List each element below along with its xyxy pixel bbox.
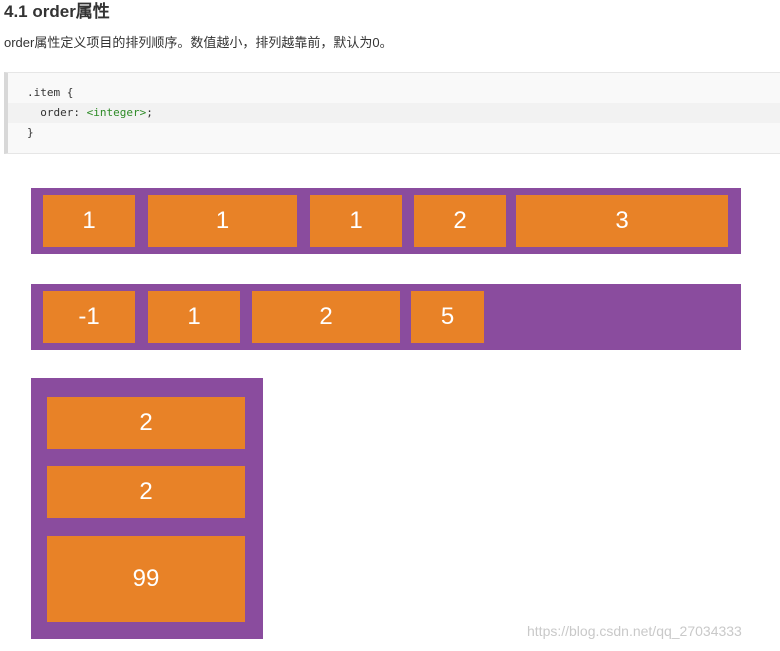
flex-container-column: 2 2 99: [31, 378, 263, 639]
section-heading: 4.1 order属性: [4, 2, 110, 21]
code-property: order:: [27, 106, 87, 119]
flex-item: 2: [47, 466, 245, 518]
code-line-1: .item {: [27, 86, 74, 99]
code-line-2: order: <integer>;: [8, 103, 780, 123]
flex-item: 2: [414, 195, 506, 247]
flex-container-row-2: -1 1 2 5: [31, 284, 741, 350]
section-description: order属性定义项目的排列顺序。数值越小，排列越靠前，默认为0。: [4, 35, 393, 50]
flex-container-row-1: 1 1 1 2 3: [31, 188, 741, 254]
flex-item: 1: [43, 195, 135, 247]
article-page: 4.1 order属性 order属性定义项目的排列顺序。数值越小，排列越靠前，…: [0, 0, 780, 651]
flex-item: 1: [310, 195, 402, 247]
flex-item: 5: [411, 291, 484, 343]
flex-item: 2: [252, 291, 400, 343]
flex-item: 2: [47, 397, 245, 449]
code-semicolon: ;: [146, 106, 153, 119]
flex-item: 1: [148, 195, 297, 247]
flex-item: 3: [516, 195, 728, 247]
code-line-3: }: [27, 126, 34, 139]
watermark: https://blog.csdn.net/qq_27034333: [527, 623, 742, 639]
flex-item: 99: [47, 536, 245, 622]
flex-item: -1: [43, 291, 135, 343]
flex-item: 1: [148, 291, 240, 343]
code-block: .item { order: <integer>; }: [4, 72, 780, 154]
code-value: <integer>: [86, 106, 147, 119]
